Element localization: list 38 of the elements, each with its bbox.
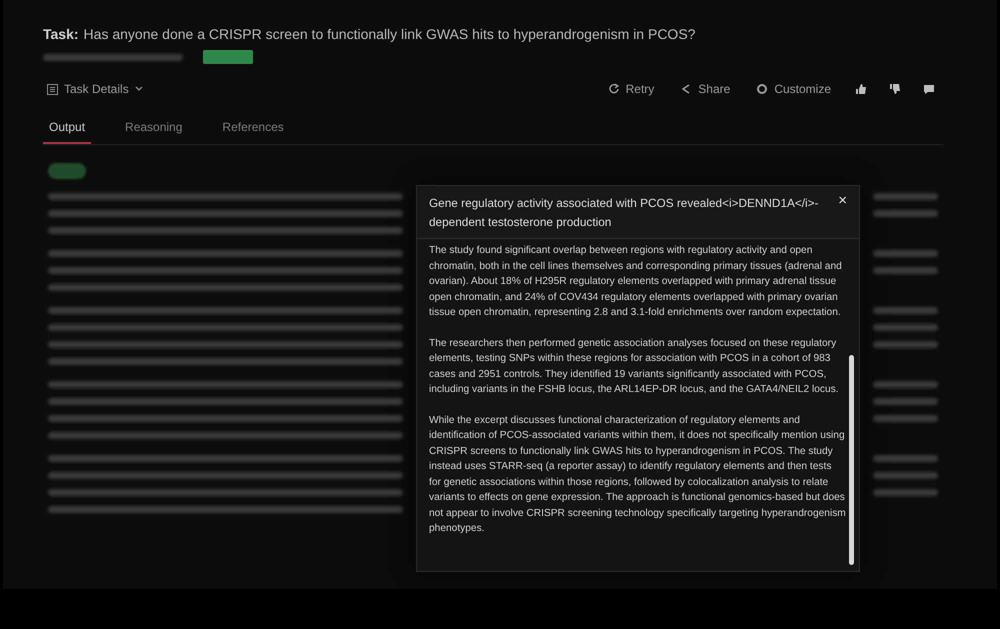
blurred-text — [873, 324, 938, 331]
scrollbar-thumb[interactable] — [849, 355, 854, 565]
popup-title: Gene regulatory activity associated with PCOS revealed<i>DENND1A</i>-dependent testosterone production — [429, 195, 820, 231]
thumbs-up-icon — [855, 83, 867, 95]
retry-icon — [608, 83, 620, 95]
icon-button[interactable] — [887, 81, 903, 97]
popup-paragraph: The study found significant overlap between regions with regulatory activity and open chromatin, both in the cell lines themselves and corresponding primary tissues (adrenal and ovarian). About 18% of H295R regulatory elements overlapped with primary adrenal tissue open chromatin, and 24% of COV434 regulatory elements overlapped with primary ovarian tissue open chromatin, representing 2.8 and 3.1-fold enrichments over random expectation. — [429, 244, 843, 320]
blurred-text — [873, 381, 938, 388]
blurred-text — [873, 250, 938, 257]
task-question: Has anyone done a CRISPR screen to functionally link GWAS hits to hyperandrogenism in PCOS? — [84, 26, 696, 42]
blurred-text — [873, 193, 938, 200]
task-details-button[interactable]: Task Details — [43, 80, 147, 98]
answer-badge — [48, 163, 86, 179]
task-label: Task: — [43, 26, 79, 42]
blurred-text — [873, 307, 938, 314]
blurred-text — [873, 398, 938, 405]
blurred-text — [873, 489, 938, 496]
blurred-text — [873, 472, 938, 479]
caret-icon — [134, 86, 143, 92]
blurred-text — [873, 455, 938, 462]
status-badge — [203, 50, 253, 64]
tab[interactable]: Output — [43, 116, 92, 144]
blurred-text — [873, 341, 938, 348]
close-button[interactable]: × — [836, 194, 849, 208]
popup-paragraph: While the excerpt discusses functional characterization of regulatory elements and identification of PCOS-associated variants within them, it does not specifically mention using CRISPR screens to functionally link GWAS hits to hyperandrogenism in PCOS. The study instead uses STARR-seq (a reporter assay) to identify regulatory elements and then tests for genetic associations within those regions, followed by colocalization analysis to relate variants to effects on gene expression. The approach is functional genomics-based but does not appear to involve CRISPR screening technology specifically targeting hyperandrogenism phenotypes. — [429, 414, 846, 536]
tab[interactable]: References — [216, 116, 290, 144]
thumbs-down-icon — [889, 83, 901, 95]
popup-paragraph: The researchers then performed genetic association analyses focused on these regulatory elements, testing SNPs within these regions for association with PCOS in a cohort of 983 cases and 2951 controls. They identified 19 variants significantly associated with PCOS, including variants in the FSHB locus, the ARL14EP-DR locus, and the GATA4/NEIL2 locus. — [429, 336, 840, 397]
blurred-text — [873, 210, 938, 217]
action-button[interactable]: Retry — [604, 80, 658, 98]
blurred-text — [873, 415, 938, 422]
action-button[interactable]: Share — [676, 80, 734, 98]
chat-icon — [923, 83, 935, 95]
blurred-text — [873, 267, 938, 274]
tab[interactable]: Reasoning — [119, 116, 188, 144]
list-icon — [47, 84, 58, 94]
icon-button[interactable] — [853, 81, 869, 97]
action-button[interactable]: Customize — [752, 80, 835, 98]
